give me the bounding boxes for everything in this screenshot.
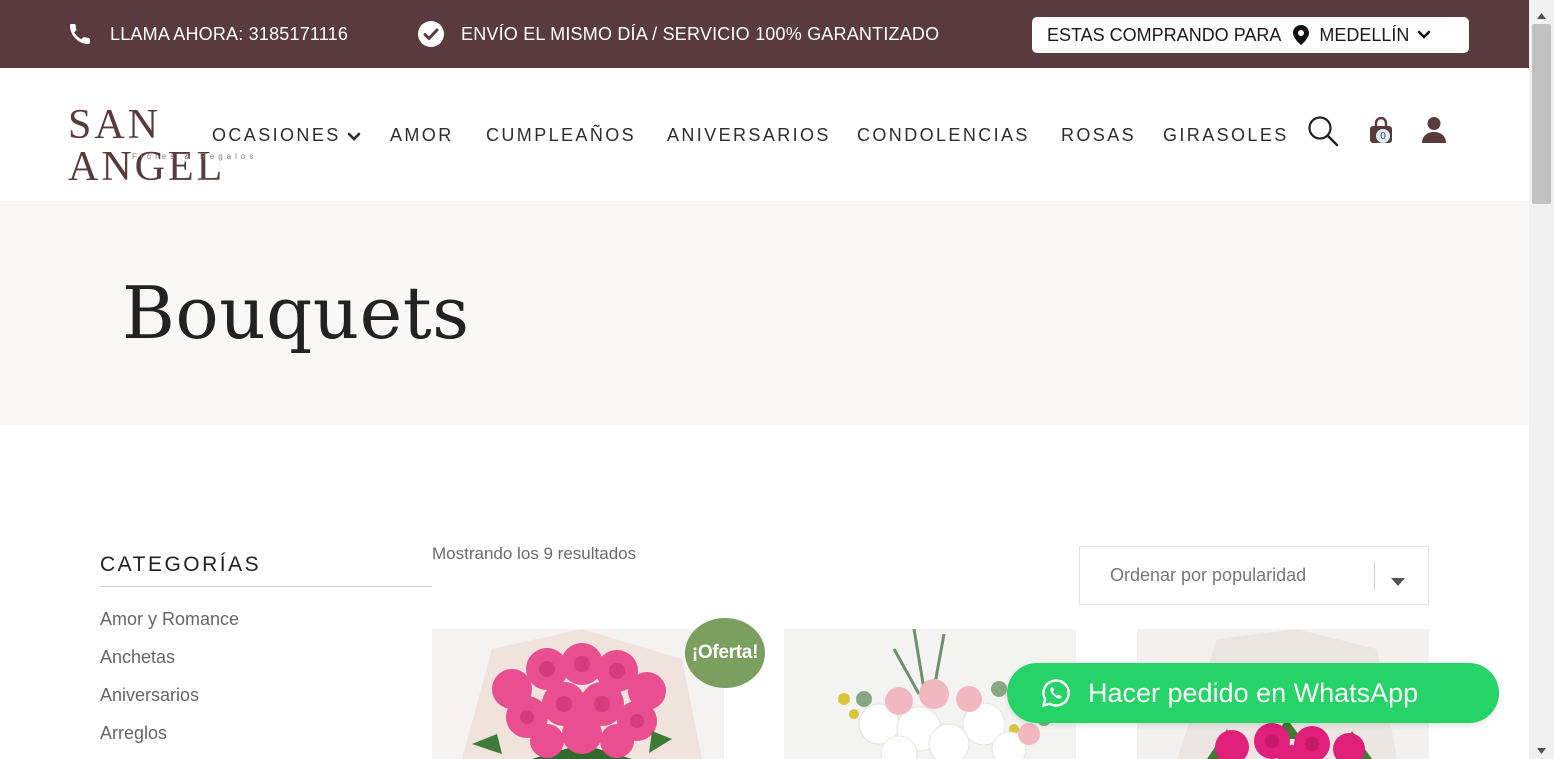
- scroll-up-arrow-icon[interactable]: [1537, 6, 1546, 24]
- page-title: Bouquets: [122, 271, 470, 355]
- nav-aniversarios[interactable]: ANIVERSARIOS: [667, 124, 831, 146]
- category-item[interactable]: Amor y Romance: [100, 607, 432, 645]
- logo-tagline: Flores & Regalos: [132, 152, 258, 161]
- category-item[interactable]: Anchetas: [100, 645, 432, 683]
- orderby-value: Ordenar por popularidad: [1110, 565, 1307, 585]
- chevron-down-icon: [1417, 30, 1431, 40]
- cart-count: 0: [1376, 129, 1390, 143]
- top-bar: LLAMA AHORA: 3185171116 ENVÍO EL MISMO D…: [0, 0, 1529, 68]
- scroll-down-arrow-icon[interactable]: [1537, 741, 1546, 759]
- categories-list: Amor y Romance Anchetas Aniversarios Arr…: [100, 607, 432, 759]
- product-image: [432, 629, 724, 759]
- nav-condolencias[interactable]: CONDOLENCIAS: [857, 124, 1030, 146]
- user-icon[interactable]: [1419, 114, 1449, 146]
- phone-icon: [66, 20, 94, 48]
- whatsapp-icon: [1041, 678, 1071, 708]
- category-item[interactable]: Arreglos: [100, 721, 432, 759]
- nav-label: OCASIONES: [212, 125, 341, 145]
- whatsapp-label: Hacer pedido en WhatsApp: [1088, 677, 1419, 708]
- page-scrollbar[interactable]: [1529, 0, 1554, 759]
- site-header: SAN ANGEL Flores & Regalos OCASIONES AMO…: [0, 68, 1529, 201]
- sale-badge: ¡Oferta!: [685, 618, 765, 688]
- caret-down-icon: [1390, 571, 1406, 592]
- whatsapp-order-button[interactable]: Hacer pedido en WhatsApp: [1007, 663, 1499, 723]
- nav-cumpleanos[interactable]: CUMPLEAÑOS: [486, 124, 636, 146]
- search-icon[interactable]: [1305, 113, 1341, 149]
- nav-amor[interactable]: AMOR: [390, 124, 454, 146]
- city-selector[interactable]: ESTAS COMPRANDO PARA MEDELLÍN: [1032, 17, 1469, 53]
- shopping-bag-icon[interactable]: 0: [1366, 115, 1396, 147]
- categories-title: CATEGORÍAS: [100, 553, 432, 587]
- nav-rosas[interactable]: ROSAS: [1061, 124, 1136, 146]
- category-item[interactable]: Aniversarios: [100, 683, 432, 721]
- nav-girasoles[interactable]: GIRASOLES: [1163, 124, 1289, 146]
- categories-sidebar: CATEGORÍAS Amor y Romance Anchetas Anive…: [100, 553, 432, 759]
- page-hero: Bouquets: [0, 201, 1529, 425]
- product-card[interactable]: [432, 629, 724, 759]
- check-circle-icon: [417, 20, 445, 48]
- phone-contact[interactable]: LLAMA AHORA: 3185171116: [66, 0, 348, 68]
- shipping-text: ENVÍO EL MISMO DÍA / SERVICIO 100% GARAN…: [461, 23, 940, 44]
- city-label: ESTAS COMPRANDO PARA: [1047, 24, 1282, 45]
- nav-ocasiones[interactable]: OCASIONES: [212, 124, 361, 147]
- city-value: MEDELLÍN: [1319, 24, 1410, 45]
- scrollbar-thumb[interactable]: [1532, 24, 1551, 204]
- shipping-notice: ENVÍO EL MISMO DÍA / SERVICIO 100% GARAN…: [417, 0, 939, 68]
- orderby-divider: [1374, 562, 1375, 590]
- chevron-down-icon: [347, 125, 361, 147]
- map-pin-icon: [1293, 25, 1310, 45]
- phone-text: LLAMA AHORA: 3185171116: [110, 23, 349, 44]
- orderby-select[interactable]: Ordenar por popularidad: [1079, 546, 1429, 605]
- results-count: Mostrando los 9 resultados: [432, 544, 637, 563]
